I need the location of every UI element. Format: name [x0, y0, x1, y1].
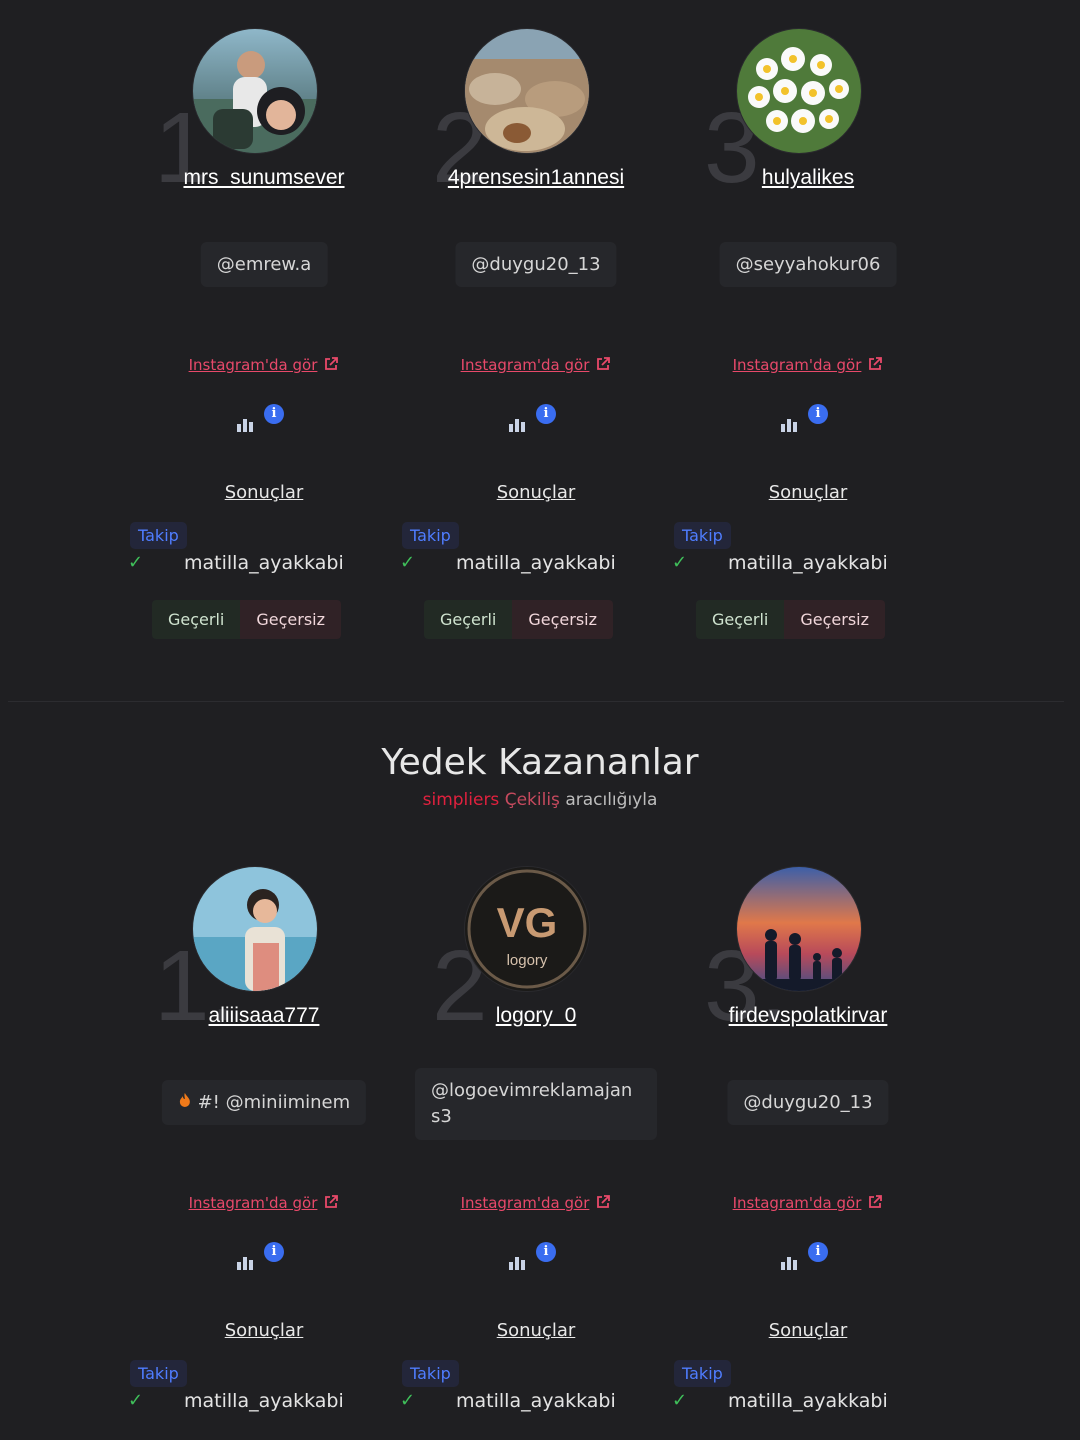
avatar[interactable]	[192, 866, 318, 992]
external-link-icon	[323, 1194, 339, 1214]
results-link[interactable]: Sonuçlar	[128, 482, 400, 503]
bar-chart-icon[interactable]	[236, 416, 256, 436]
backup-section-title: Yedek Kazananlar	[381, 742, 699, 783]
follow-badge: Takip	[402, 1360, 459, 1387]
instagram-link[interactable]: Instagram'da gör	[128, 356, 400, 376]
info-icon[interactable]: i	[264, 1242, 284, 1262]
check-icon: ✓	[128, 1390, 144, 1411]
instagram-link-label: Instagram'da gör	[188, 1194, 318, 1212]
instagram-link[interactable]: Instagram'da gör	[672, 1194, 944, 1214]
valid-button[interactable]: Geçerli	[152, 600, 241, 639]
check-icon: ✓	[400, 552, 416, 573]
follow-badge: Takip	[130, 522, 187, 549]
stats-group: i	[508, 1242, 568, 1278]
bar-chart-icon[interactable]	[780, 416, 800, 436]
backup-username[interactable]: logory_0	[400, 1004, 672, 1028]
followed-account: matilla_ayakkabi	[456, 552, 616, 574]
followed-account: matilla_ayakkabi	[184, 552, 344, 574]
winner-username[interactable]: hulyalikes	[672, 166, 944, 190]
bar-chart-icon[interactable]	[508, 1254, 528, 1274]
bar-chart-icon[interactable]	[508, 416, 528, 436]
comment-chip: #! @miniiminem	[161, 1080, 367, 1125]
results-link[interactable]: Sonuçlar	[672, 482, 944, 503]
external-link-icon	[595, 1194, 611, 1214]
backup-username[interactable]: aliiisaaa777	[128, 1004, 400, 1028]
avatar[interactable]	[736, 28, 862, 154]
logo-mark: VG	[497, 899, 558, 946]
results-link[interactable]: Sonuçlar	[400, 1320, 672, 1341]
logo-text: logory	[507, 952, 548, 969]
comment-text: #! @miniiminem	[197, 1092, 351, 1113]
follow-badge: Takip	[674, 522, 731, 549]
backup-username[interactable]: firdevspolatkirvar	[672, 1004, 944, 1028]
invalid-button[interactable]: Geçersiz	[512, 600, 613, 639]
winner-username[interactable]: 4prensesin1annesi	[400, 166, 672, 190]
instagram-link-label: Instagram'da gör	[460, 1194, 590, 1212]
comment-chip: @logoevimreklamajans3	[415, 1068, 657, 1140]
instagram-link[interactable]: Instagram'da gör	[128, 1194, 400, 1214]
subtitle-rest: aracılığıyla	[565, 790, 658, 810]
avatar[interactable]: VG logory	[464, 866, 590, 992]
followed-account: matilla_ayakkabi	[728, 1390, 888, 1412]
subtitle-mid: Çekiliş	[504, 790, 560, 810]
backup-section-subtitle: simpliers Çekiliş aracılığıyla	[0, 790, 1080, 810]
instagram-link[interactable]: Instagram'da gör	[672, 356, 944, 376]
check-icon: ✓	[400, 1390, 416, 1411]
info-icon[interactable]: i	[808, 1242, 828, 1262]
bar-chart-icon[interactable]	[236, 1254, 256, 1274]
followed-account: matilla_ayakkabi	[184, 1390, 344, 1412]
followed-account: matilla_ayakkabi	[728, 552, 888, 574]
info-icon[interactable]: i	[808, 404, 828, 424]
external-link-icon	[867, 356, 883, 376]
results-link[interactable]: Sonuçlar	[128, 1320, 400, 1341]
instagram-link-label: Instagram'da gör	[732, 356, 862, 374]
invalid-button[interactable]: Geçersiz	[240, 600, 341, 639]
section-divider	[8, 701, 1064, 702]
validation-buttons: Geçerli Geçersiz	[424, 600, 613, 639]
follow-badge: Takip	[674, 1360, 731, 1387]
instagram-link-label: Instagram'da gör	[460, 356, 590, 374]
avatar[interactable]	[736, 866, 862, 992]
external-link-icon	[595, 356, 611, 376]
external-link-icon	[867, 1194, 883, 1214]
bar-chart-icon[interactable]	[780, 1254, 800, 1274]
brand-name: simpliers	[422, 790, 500, 810]
external-link-icon	[323, 356, 339, 376]
avatar[interactable]	[464, 28, 590, 154]
follow-badge: Takip	[130, 1360, 187, 1387]
stats-group: i	[236, 404, 296, 440]
stats-group: i	[508, 404, 568, 440]
stats-group: i	[780, 1242, 840, 1278]
followed-account: matilla_ayakkabi	[456, 1390, 616, 1412]
check-icon: ✓	[672, 1390, 688, 1411]
valid-button[interactable]: Geçerli	[424, 600, 513, 639]
avatar[interactable]	[192, 28, 318, 154]
instagram-link-label: Instagram'da gör	[732, 1194, 862, 1212]
results-link[interactable]: Sonuçlar	[672, 1320, 944, 1341]
info-icon[interactable]: i	[536, 404, 556, 424]
valid-button[interactable]: Geçerli	[696, 600, 785, 639]
instagram-link[interactable]: Instagram'da gör	[400, 1194, 672, 1214]
winner-username[interactable]: mrs_sunumsever	[128, 166, 400, 190]
comment-chip: @emrew.a	[200, 242, 328, 287]
comment-chip: @seyyahokur06	[719, 242, 897, 287]
comment-chip: @duygu20_13	[727, 1080, 889, 1125]
fire-icon	[178, 1092, 192, 1113]
validation-buttons: Geçerli Geçersiz	[696, 600, 885, 639]
stats-group: i	[780, 404, 840, 440]
follow-badge: Takip	[402, 522, 459, 549]
instagram-link-label: Instagram'da gör	[188, 356, 318, 374]
info-icon[interactable]: i	[536, 1242, 556, 1262]
comment-chip: @duygu20_13	[455, 242, 617, 287]
check-icon: ✓	[128, 552, 144, 573]
validation-buttons: Geçerli Geçersiz	[152, 600, 341, 639]
check-icon: ✓	[672, 552, 688, 573]
results-link[interactable]: Sonuçlar	[400, 482, 672, 503]
stats-group: i	[236, 1242, 296, 1278]
instagram-link[interactable]: Instagram'da gör	[400, 356, 672, 376]
info-icon[interactable]: i	[264, 404, 284, 424]
invalid-button[interactable]: Geçersiz	[784, 600, 885, 639]
